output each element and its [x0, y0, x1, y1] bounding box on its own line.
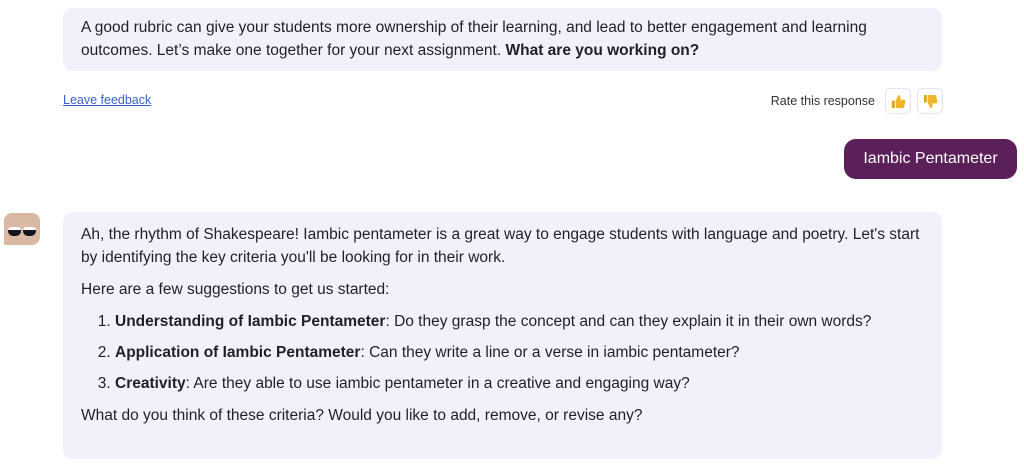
assistant-intro-message: A good rubric can give your students mor… [63, 8, 942, 71]
response-paragraph-1: Ah, the rhythm of Shakespeare! Iambic pe… [81, 226, 920, 266]
response-paragraph-3: What do you think of these criteria? Wou… [81, 407, 643, 424]
criteria-text: : Do they grasp the concept and can they… [385, 313, 872, 330]
criteria-text: : Can they write a line or a verse in ia… [360, 344, 740, 361]
intro-question: What are you working on? [505, 42, 700, 59]
response-paragraph-2: Here are a few suggestions to get us sta… [81, 281, 390, 298]
thumbs-up-icon [891, 94, 905, 108]
criteria-title: Creativity [115, 375, 186, 392]
rate-response-label: Rate this response [770, 94, 875, 108]
avatar-left-eye [8, 227, 21, 236]
leave-feedback-link[interactable]: Leave feedback [63, 93, 151, 107]
assistant-avatar-icon [4, 213, 40, 245]
user-message: Iambic Pentameter [844, 139, 1017, 179]
thumbs-down-button[interactable] [917, 88, 943, 114]
list-item: Understanding of Iambic Pentameter: Do t… [115, 310, 924, 333]
thumbs-down-icon [923, 94, 937, 108]
feedback-row: Leave feedback Rate this response [63, 88, 943, 114]
criteria-text: : Are they able to use iambic pentameter… [185, 375, 690, 392]
criteria-title: Understanding of Iambic Pentameter [115, 313, 386, 330]
intro-text: A good rubric can give your students mor… [81, 19, 867, 59]
chat-page: A good rubric can give your students mor… [0, 0, 1024, 470]
criteria-list: Understanding of Iambic Pentameter: Do t… [115, 310, 924, 395]
list-item: Creativity: Are they able to use iambic … [115, 372, 924, 395]
list-item: Application of Iambic Pentameter: Can th… [115, 341, 924, 364]
assistant-response-message: Ah, the rhythm of Shakespeare! Iambic pe… [63, 212, 942, 459]
avatar-right-eye [23, 227, 36, 236]
criteria-title: Application of Iambic Pentameter [115, 344, 361, 361]
thumbs-up-button[interactable] [885, 88, 911, 114]
